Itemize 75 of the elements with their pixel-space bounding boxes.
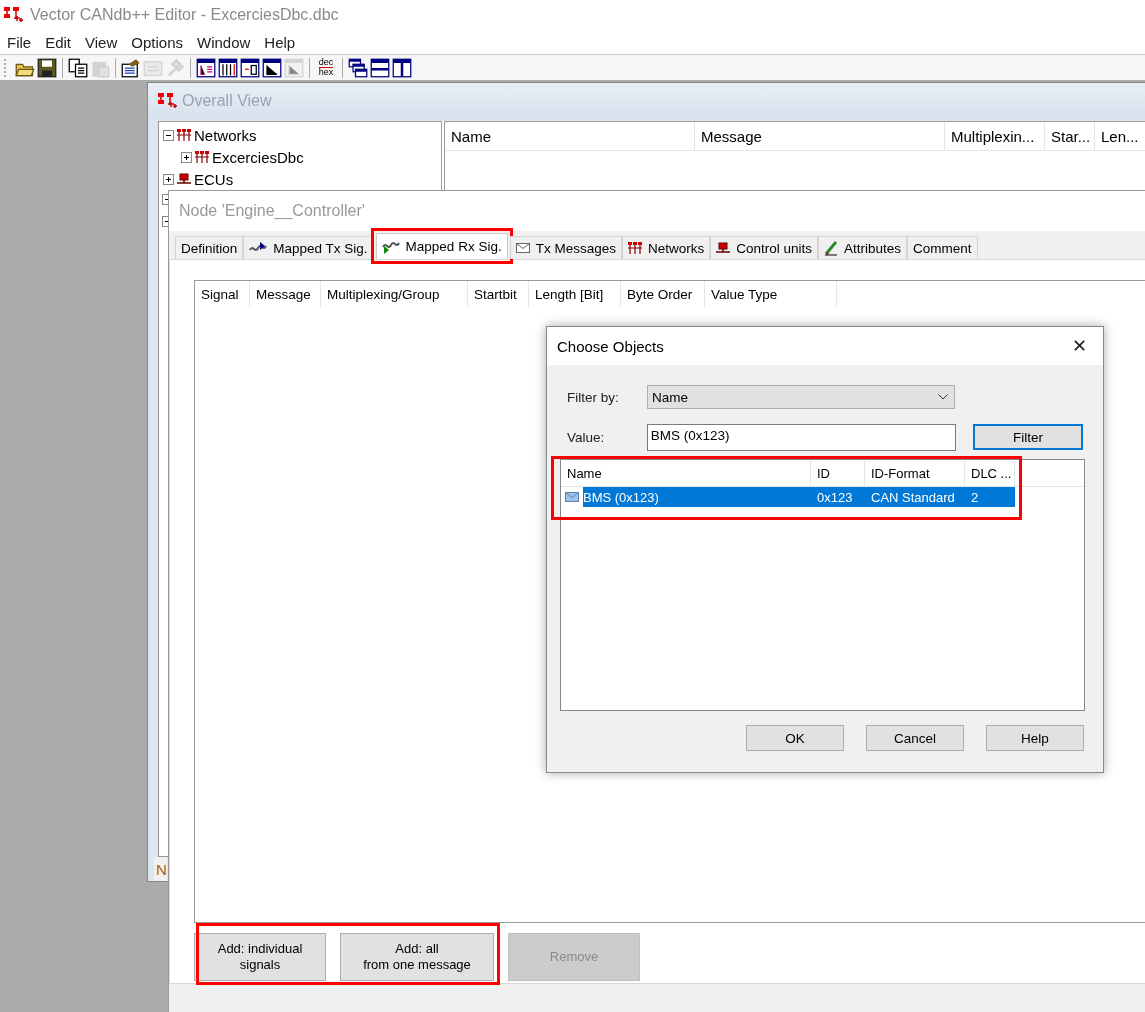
chevron-icon — [938, 394, 948, 400]
pen-icon — [824, 240, 838, 256]
menu-item[interactable]: File — [0, 33, 39, 51]
column-header[interactable]: ID — [811, 460, 865, 486]
menu-item[interactable]: Options — [124, 33, 190, 51]
field-label: Value: — [567, 429, 606, 445]
column-header[interactable]: Len... — [1095, 122, 1145, 150]
column-header[interactable]: Startbit — [468, 281, 529, 307]
chart-icon[interactable] — [262, 57, 282, 78]
properties-icon[interactable] — [121, 57, 141, 78]
ecu-icon — [716, 242, 731, 254]
window-title: Node 'Engine__Controller' — [169, 191, 1145, 231]
window-title: Vector CANdb++ Editor - ExcerciesDbc.dbc — [30, 6, 339, 24]
network-icon — [627, 242, 642, 254]
expand-icon[interactable] — [181, 151, 192, 163]
add-button[interactable]: Add: individual signals — [194, 933, 326, 981]
menu-item[interactable]: Help — [257, 33, 303, 51]
ecu-icon — [177, 173, 191, 185]
envelope-icon — [515, 243, 530, 253]
tab[interactable]: Comment — [907, 236, 978, 259]
column-header[interactable]: Name — [561, 460, 811, 486]
dialog-button[interactable]: Help — [986, 725, 1084, 751]
tab[interactable]: Tx Messages — [509, 236, 622, 259]
column-header[interactable]: Value Type — [705, 281, 837, 307]
column-header[interactable]: Signal — [195, 281, 250, 307]
menu-item[interactable]: Edit — [38, 33, 79, 51]
column-header[interactable]: ID-Format — [865, 460, 965, 486]
column-header[interactable]: DLC ... — [965, 460, 1015, 486]
column-header[interactable]: Name — [445, 122, 695, 150]
column-header[interactable]: Star... — [1045, 122, 1095, 150]
tile-vertical-icon[interactable] — [392, 57, 412, 78]
column-header[interactable]: Message — [250, 281, 321, 307]
menu-item[interactable]: Window — [190, 33, 258, 51]
menu-item[interactable]: View — [78, 33, 125, 51]
cascade-windows-icon[interactable] — [348, 57, 368, 78]
tab[interactable]: Networks — [621, 236, 711, 259]
list-row[interactable]: BMS (0x123) 0x123 CAN Standard 2 — [583, 487, 1015, 507]
tile-horizontal-icon[interactable] — [370, 57, 390, 78]
add-button[interactable]: Add: all from one message — [340, 933, 494, 981]
column-header[interactable]: Message — [695, 122, 945, 150]
column-header[interactable]: Multiplexin... — [945, 122, 1045, 150]
app-icon — [4, 7, 24, 23]
tree-item[interactable]: ECUs — [194, 170, 234, 188]
tab[interactable]: Attributes — [818, 236, 908, 259]
close-button[interactable]: ✕ — [1067, 334, 1091, 358]
table-icon[interactable] — [196, 57, 216, 78]
field-label: Filter by: — [567, 389, 620, 405]
tab[interactable]: Definition — [175, 236, 244, 259]
tab[interactable]: Mapped Tx Sig. — [243, 236, 374, 259]
tree-item[interactable]: ExcerciesDbc — [212, 148, 304, 166]
dialog-title: Choose Objects — [557, 337, 664, 355]
network-icon — [195, 151, 209, 163]
network-icon — [177, 129, 191, 141]
column-header[interactable]: Length [Bit] — [529, 281, 621, 307]
tree-item[interactable]: Networks — [194, 126, 257, 144]
column-header[interactable]: Multiplexing/Group — [321, 281, 468, 307]
value-field[interactable]: BMS (0x123) — [646, 423, 957, 451]
envelope-icon — [565, 492, 579, 502]
column-header[interactable]: Byte Order — [621, 281, 705, 307]
dec-hex-button[interactable]: dec hex — [315, 57, 337, 78]
copy-icon[interactable] — [68, 57, 88, 78]
collapse-icon[interactable] — [163, 129, 174, 141]
dialog-button[interactable]: Cancel — [866, 725, 964, 751]
table-icon[interactable] — [218, 57, 238, 78]
tab[interactable]: Control units — [710, 236, 818, 259]
window-icon — [158, 93, 178, 109]
save-icon[interactable] — [37, 57, 57, 78]
table-icon[interactable] — [240, 57, 260, 78]
window-title: Overall View — [182, 92, 272, 110]
signal-icon — [381, 239, 400, 254]
filter-button[interactable]: Filter — [973, 424, 1083, 450]
dialog-button[interactable]: OK — [746, 725, 844, 751]
filter-dropdown[interactable]: Name — [647, 385, 955, 409]
window-tab[interactable]: N — [154, 857, 167, 881]
expand-icon[interactable] — [163, 173, 174, 185]
